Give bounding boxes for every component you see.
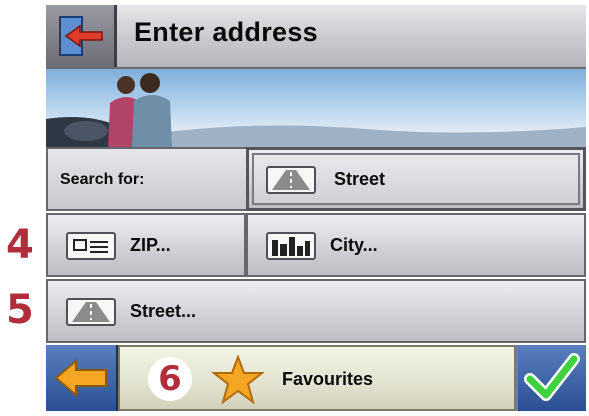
street-label: Street... bbox=[130, 301, 197, 321]
banner-photo bbox=[46, 69, 586, 147]
favourites-button[interactable]: 6 Favourites bbox=[118, 345, 516, 411]
search-for-label: Search for: bbox=[60, 171, 145, 188]
exit-arrow-icon bbox=[59, 16, 103, 56]
step-number-4: 4 bbox=[6, 222, 34, 268]
city-button[interactable]: City... bbox=[246, 213, 586, 277]
step-number-5: 5 bbox=[6, 287, 34, 333]
city-label: City... bbox=[330, 235, 378, 255]
navigation-screen: Enter address Search for: Street ZIP... … bbox=[46, 5, 586, 411]
zip-button[interactable]: ZIP... bbox=[46, 213, 246, 277]
back-button[interactable] bbox=[46, 345, 118, 411]
road-icon bbox=[266, 166, 316, 194]
zip-label: ZIP... bbox=[130, 235, 171, 255]
arrow-left-icon bbox=[54, 358, 107, 398]
search-for-row: Search for: bbox=[46, 147, 246, 211]
zip-card-icon bbox=[66, 232, 116, 260]
footer-bar: 6 Favourites bbox=[46, 345, 586, 411]
checkmark-icon bbox=[524, 353, 580, 401]
search-type-label: Street bbox=[334, 169, 386, 189]
street-button[interactable]: Street... bbox=[46, 279, 586, 343]
page-title: Enter address bbox=[134, 17, 318, 47]
search-type-selected[interactable]: Street bbox=[252, 153, 580, 205]
favourites-label: Favourites bbox=[282, 369, 374, 389]
exit-button[interactable] bbox=[46, 5, 117, 67]
search-type-selector[interactable]: Street bbox=[246, 147, 586, 211]
road-icon bbox=[66, 298, 116, 326]
star-icon bbox=[212, 355, 264, 405]
header-bar: Enter address bbox=[46, 5, 586, 69]
city-icon bbox=[266, 232, 316, 260]
step-number-6: 6 bbox=[148, 357, 192, 401]
confirm-button[interactable] bbox=[518, 345, 586, 411]
